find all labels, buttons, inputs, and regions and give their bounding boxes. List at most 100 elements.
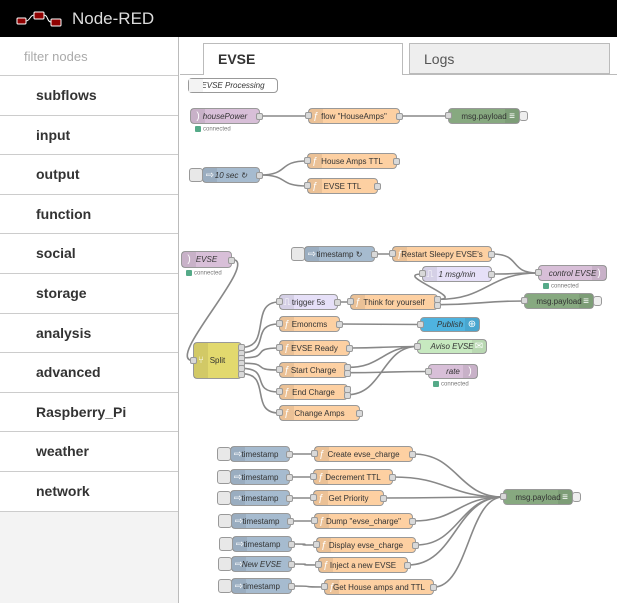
input-port[interactable] bbox=[310, 473, 317, 480]
inject-trigger-button[interactable] bbox=[217, 470, 231, 484]
input-port[interactable] bbox=[347, 298, 354, 305]
output-port[interactable] bbox=[238, 370, 245, 378]
inject-node[interactable]: ⇨ 10 sec ↻ bbox=[189, 167, 263, 183]
inject-node[interactable]: ⇨ timestamp bbox=[217, 446, 293, 462]
input-port[interactable] bbox=[315, 561, 322, 568]
tab-evse[interactable]: EVSE bbox=[203, 43, 403, 76]
function-node[interactable]: ƒ Restart Sleepy EVSE's bbox=[389, 246, 495, 262]
input-port[interactable] bbox=[417, 320, 424, 328]
function-node[interactable]: ƒ Inject a new EVSE bbox=[315, 557, 411, 573]
output-port[interactable] bbox=[371, 251, 378, 258]
debug-toggle-button[interactable] bbox=[519, 111, 528, 121]
output-port[interactable] bbox=[286, 474, 293, 481]
wire[interactable] bbox=[412, 496, 504, 522]
output-port[interactable] bbox=[488, 251, 495, 258]
emoncms-node[interactable]: ⊕ Publish bbox=[417, 317, 480, 332]
input-port[interactable] bbox=[304, 182, 311, 189]
inject-node[interactable]: ⇨ timestamp bbox=[217, 469, 293, 485]
input-port[interactable] bbox=[276, 320, 283, 327]
palette-category-output[interactable]: output bbox=[0, 155, 178, 195]
wire[interactable] bbox=[415, 496, 504, 546]
input-port[interactable] bbox=[419, 270, 426, 277]
output-port[interactable] bbox=[288, 541, 295, 548]
output-port[interactable] bbox=[374, 183, 381, 190]
output-port[interactable] bbox=[334, 299, 341, 306]
wire[interactable] bbox=[437, 300, 525, 306]
output-port[interactable] bbox=[412, 542, 419, 549]
palette-category-raspberry-pi[interactable]: Raspberry_Pi bbox=[0, 392, 178, 433]
comment-node[interactable]: EVSE Processing bbox=[188, 78, 278, 93]
output-port[interactable] bbox=[356, 410, 363, 417]
function-node[interactable]: ƒ Get Priority bbox=[310, 490, 387, 506]
debug-node[interactable]: ≡ msg.payload bbox=[500, 489, 581, 505]
wire[interactable] bbox=[339, 323, 421, 326]
input-port[interactable] bbox=[321, 583, 328, 590]
output-port[interactable] bbox=[396, 113, 403, 120]
function-node[interactable]: ƒ EVSE TTL bbox=[304, 178, 381, 194]
output-port[interactable] bbox=[404, 562, 411, 569]
output-port[interactable] bbox=[288, 561, 295, 568]
mqtt-node[interactable]: ) rate bbox=[425, 364, 478, 379]
wire[interactable] bbox=[241, 367, 280, 393]
output-port[interactable] bbox=[256, 172, 263, 179]
output-port[interactable] bbox=[409, 451, 416, 458]
mqtt-node[interactable]: ) control EVSE bbox=[535, 265, 607, 281]
input-port[interactable] bbox=[276, 344, 283, 351]
trigger-node[interactable]: ⎍ 1 msg/min bbox=[419, 266, 495, 282]
palette-category-subflows[interactable]: subflows bbox=[0, 76, 178, 116]
debug-node[interactable]: ≡ msg.payload bbox=[521, 293, 602, 309]
inject-trigger-button[interactable] bbox=[217, 491, 231, 505]
output-port[interactable] bbox=[380, 495, 387, 502]
input-port[interactable] bbox=[535, 269, 542, 276]
output-port[interactable] bbox=[288, 583, 295, 590]
input-port[interactable] bbox=[311, 450, 318, 457]
inject-trigger-button[interactable] bbox=[291, 247, 305, 261]
trigger-node[interactable]: ⎍ trigger 5s bbox=[276, 294, 341, 310]
inject-node[interactable]: ⇨ timestamp ↻ bbox=[291, 246, 378, 262]
wire[interactable] bbox=[407, 496, 504, 566]
wire[interactable] bbox=[291, 585, 325, 588]
wire[interactable] bbox=[491, 253, 539, 274]
input-port[interactable] bbox=[311, 517, 318, 524]
function-node[interactable]: ƒ Emoncms bbox=[276, 316, 343, 332]
output-port[interactable] bbox=[434, 301, 441, 309]
output-port[interactable] bbox=[287, 518, 294, 525]
debug-toggle-button[interactable] bbox=[572, 492, 581, 502]
output-port[interactable] bbox=[393, 158, 400, 165]
output-port[interactable] bbox=[256, 113, 263, 120]
palette-category-network[interactable]: network bbox=[0, 472, 178, 512]
function-node[interactable]: ƒ End Charge bbox=[276, 384, 351, 400]
output-port[interactable] bbox=[336, 321, 343, 328]
function-node[interactable]: ƒ Think for yourself bbox=[347, 294, 441, 310]
palette-category-weather[interactable]: weather bbox=[0, 432, 178, 472]
input-port[interactable] bbox=[276, 366, 283, 373]
input-port[interactable] bbox=[305, 112, 312, 119]
wire[interactable] bbox=[433, 496, 504, 588]
input-port[interactable] bbox=[190, 356, 197, 364]
function-node[interactable]: ƒ Decrement TTL bbox=[310, 469, 396, 485]
tab-logs[interactable]: Logs bbox=[409, 43, 610, 74]
input-port[interactable] bbox=[304, 157, 311, 164]
inject-node[interactable]: ⇨ timestamp bbox=[218, 513, 294, 529]
mqtt-node[interactable]: ) EVSE bbox=[181, 251, 235, 268]
input-port[interactable] bbox=[500, 493, 507, 500]
output-port[interactable] bbox=[228, 256, 235, 264]
function-node[interactable]: ƒ Display evse_charge bbox=[313, 537, 419, 553]
palette-category-storage[interactable]: storage bbox=[0, 274, 178, 314]
function-node[interactable]: ƒ Dump "evse_charge" bbox=[311, 513, 416, 529]
palette-category-function[interactable]: function bbox=[0, 194, 178, 235]
inject-trigger-button[interactable] bbox=[218, 579, 232, 593]
output-port[interactable] bbox=[409, 518, 416, 525]
inject-node[interactable]: ⇨ New EVSE bbox=[218, 556, 295, 572]
palette-category-analysis[interactable]: analysis bbox=[0, 313, 178, 354]
function-node[interactable]: ƒ Change Amps bbox=[276, 405, 363, 421]
inject-node[interactable]: ⇨ timestamp bbox=[219, 536, 295, 552]
inject-node[interactable]: ⇨ timestamp bbox=[218, 578, 295, 594]
input-port[interactable] bbox=[425, 367, 432, 375]
function-node[interactable]: ƒ Create evse_charge bbox=[311, 446, 416, 462]
wire[interactable] bbox=[347, 345, 418, 369]
output-port[interactable] bbox=[430, 584, 437, 591]
wire[interactable] bbox=[259, 174, 308, 187]
function-node[interactable]: ƒ Start Charge bbox=[276, 362, 351, 378]
inject-trigger-button[interactable] bbox=[219, 537, 233, 551]
